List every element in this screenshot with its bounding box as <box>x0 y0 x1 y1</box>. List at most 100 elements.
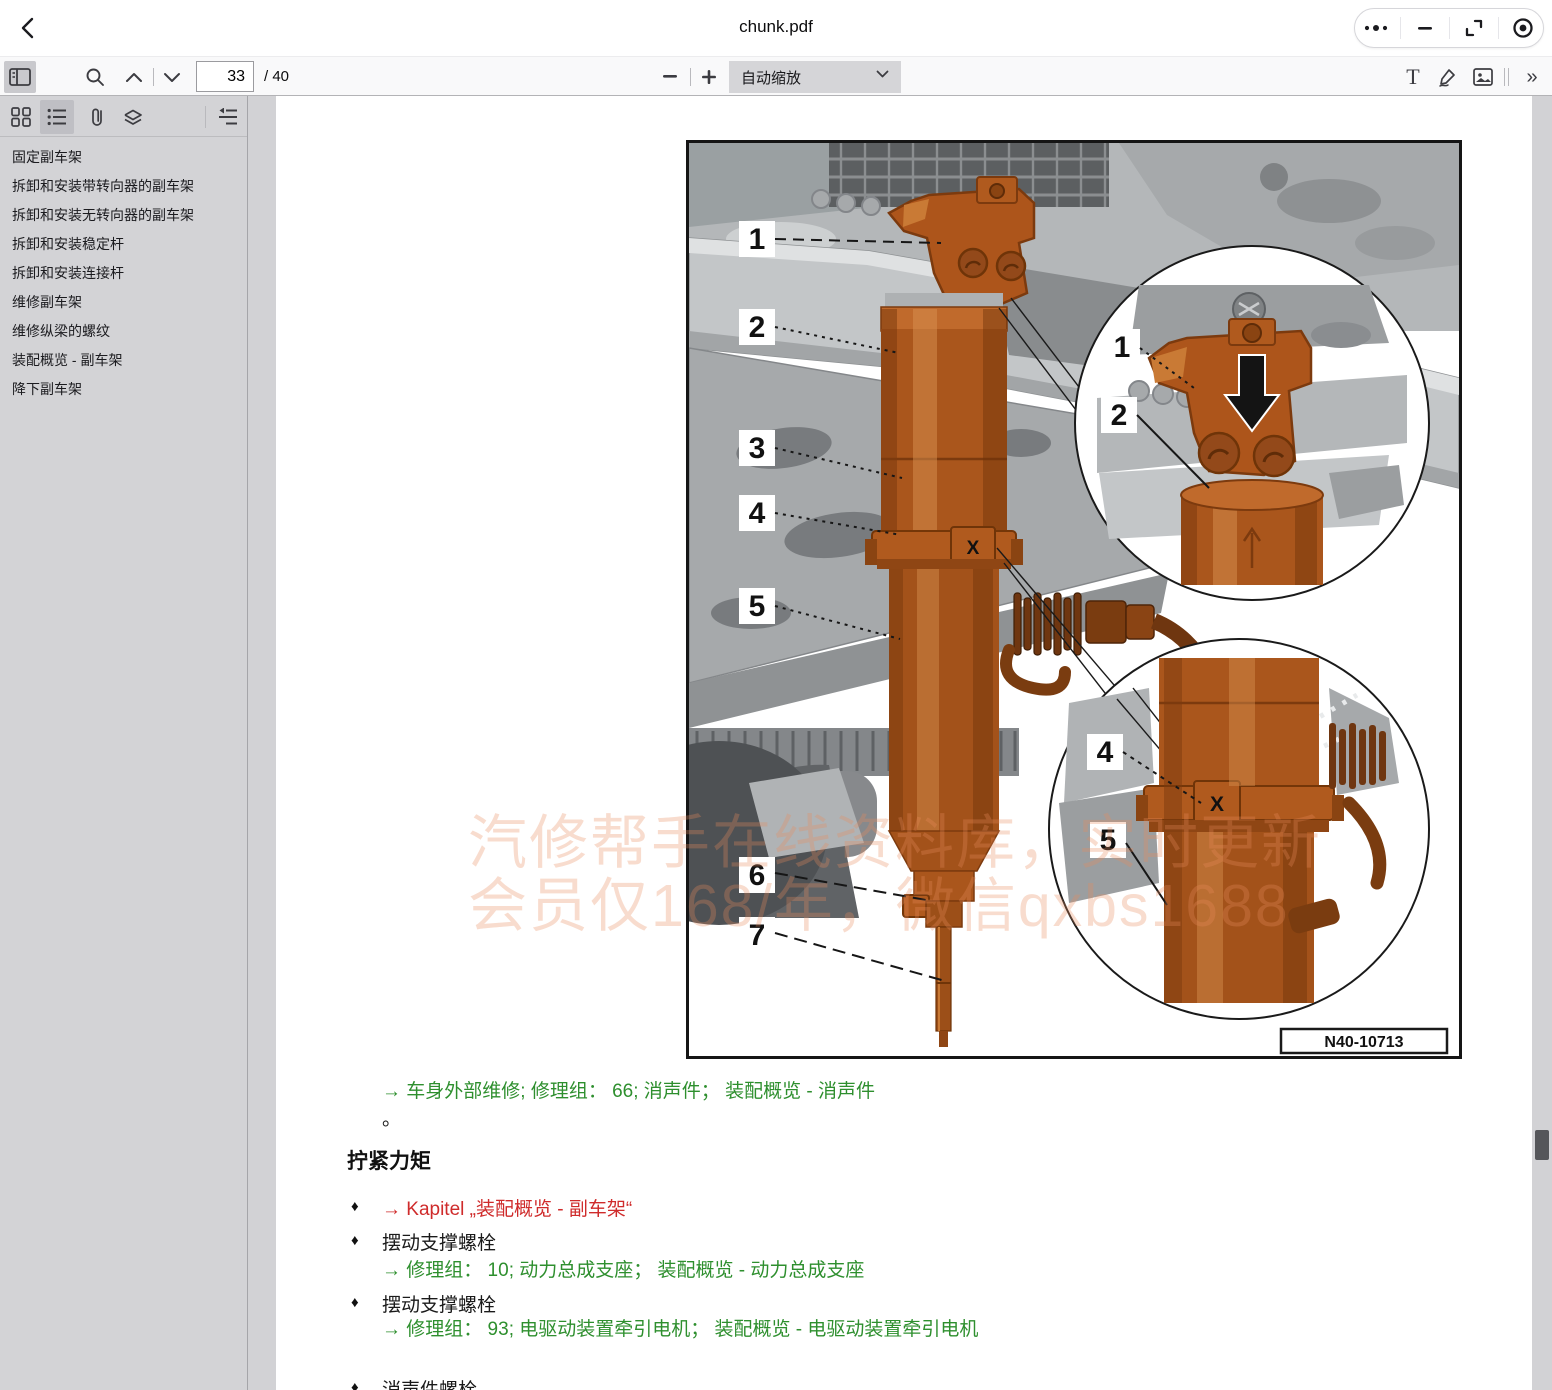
pill-separator <box>1400 17 1401 39</box>
paperclip-icon <box>90 107 104 127</box>
toggle-sidebar-button[interactable] <box>4 61 36 93</box>
pill-separator <box>1498 17 1499 39</box>
page-count-label: / 40 <box>264 68 289 85</box>
draw-tool-button[interactable] <box>1432 61 1464 93</box>
chevron-up-icon <box>125 72 143 83</box>
technical-figure: X <box>686 140 1462 1059</box>
outline-icon <box>47 108 67 126</box>
search-button[interactable] <box>79 61 111 93</box>
double-chevron-icon: » <box>1526 66 1537 89</box>
select-chevron-icon <box>876 70 889 79</box>
bullet-diamond: ♦ <box>351 1379 359 1390</box>
attachments-view-button[interactable] <box>80 100 114 134</box>
callout-3: 3 <box>749 432 766 465</box>
figure-illustration: X <box>689 143 1459 1056</box>
repair-group-10-link[interactable]: → 修理组： 10; 动力总成支座； 装配概览 - 动力总成支座 <box>382 1255 864 1282</box>
outline-item[interactable]: 拆卸和安装带转向器的副车架 <box>0 172 247 201</box>
title-bar: chunk.pdf <box>0 0 1552 56</box>
callout-5: 5 <box>749 590 766 623</box>
current-outline-icon <box>218 108 238 126</box>
outline-item[interactable]: 拆卸和安装稳定杆 <box>0 230 247 259</box>
ellipsis-icon <box>1364 23 1388 33</box>
inset-clamp-x-label: X <box>1210 793 1224 816</box>
callout-4: 4 <box>749 497 766 530</box>
outline-item[interactable]: 拆卸和安装连接杆 <box>0 259 247 288</box>
scrollbar-thumb[interactable] <box>1535 1130 1549 1160</box>
inset-bottom-callout-5: 5 <box>1100 824 1117 857</box>
fullscreen-button[interactable] <box>1457 13 1491 43</box>
minus-icon <box>663 75 677 79</box>
thumbnails-view-button[interactable] <box>4 100 38 134</box>
callout-7: 7 <box>749 919 766 952</box>
image-icon <box>1473 68 1493 86</box>
callout-1: 1 <box>749 223 766 256</box>
layers-icon <box>123 108 143 126</box>
bullet-diamond: ♦ <box>351 1198 359 1215</box>
previous-page-button[interactable] <box>118 61 150 93</box>
sidebar-separator <box>205 106 206 128</box>
bullet-diamond: ♦ <box>351 1232 359 1249</box>
text-tool-icon: T <box>1406 64 1419 90</box>
chevron-down-icon <box>163 72 181 83</box>
sidebar-toggle-icon <box>9 68 31 86</box>
zoom-in-button[interactable] <box>693 61 725 93</box>
toolbar-separator <box>1504 68 1505 86</box>
outline-item[interactable]: 装配概览 - 副车架 <box>0 346 247 375</box>
outline-item[interactable]: 维修副车架 <box>0 288 247 317</box>
thumbnails-icon <box>11 107 31 127</box>
clamp-x-label: X <box>967 538 980 559</box>
minimize-button[interactable] <box>1408 13 1442 43</box>
document-scrollbar[interactable] <box>1532 96 1552 1390</box>
period-text: 。 <box>382 1104 401 1131</box>
sidebar-view-switcher <box>0 96 247 137</box>
callout-2: 2 <box>749 311 766 344</box>
outline-item[interactable]: 拆卸和安装无转向器的副车架 <box>0 201 247 230</box>
current-outline-item-button[interactable] <box>211 100 245 134</box>
window-controls <box>1354 8 1544 48</box>
more-options-button[interactable] <box>1359 13 1393 43</box>
pencil-icon <box>1438 67 1458 87</box>
pill-separator <box>1449 17 1450 39</box>
outline-list: 固定副车架 拆卸和安装带转向器的副车架 拆卸和安装无转向器的副车架 拆卸和安装稳… <box>0 143 247 404</box>
record-icon <box>1512 17 1534 39</box>
fullscreen-icon <box>1464 18 1484 38</box>
repair-group-93-link[interactable]: → 修理组： 93; 电驱动装置牵引电机； 装配概览 - 电驱动装置牵引电机 <box>382 1317 1002 1343</box>
kapitel-subframe-link[interactable]: → Kapitel „装配概览 - 副车架“ <box>382 1194 632 1221</box>
muffler-bolt-label: 消声件螺栓 <box>382 1375 477 1390</box>
pdf-page: 汽修帮手在线资料库，实时更新 会员仅168/年，微信qxbs1688 <box>276 96 1532 1390</box>
outline-view-button[interactable] <box>40 100 74 134</box>
outline-item[interactable]: 固定副车架 <box>0 143 247 172</box>
callout-6: 6 <box>749 859 766 892</box>
image-tool-button[interactable] <box>1467 61 1499 93</box>
inset-top-callout-2: 2 <box>1111 399 1128 432</box>
torque-heading: 拧紧力矩 <box>347 1145 431 1175</box>
document-viewport[interactable]: 汽修帮手在线资料库，实时更新 会员仅168/年，微信qxbs1688 <box>248 96 1552 1390</box>
outline-item[interactable]: 维修纵梁的螺纹 <box>0 317 247 346</box>
pendulum-support-label: 摆动支撑螺栓 <box>382 1290 496 1317</box>
figure-id-label: N40-10713 <box>1324 1034 1403 1051</box>
pendulum-support-label: 摆动支撑螺栓 <box>382 1228 496 1255</box>
text-tool-button[interactable]: T <box>1397 61 1429 93</box>
page-number-input[interactable] <box>196 61 254 92</box>
record-button[interactable] <box>1506 13 1540 43</box>
inset-top-callout-1: 1 <box>1114 331 1131 364</box>
muffler-assembly-link[interactable]: → 车身外部维修; 修理组： 66; 消声件； 装配概览 - 消声件 <box>382 1076 875 1103</box>
layers-view-button[interactable] <box>116 100 150 134</box>
zoom-mode-select[interactable]: 自动缩放 <box>729 61 901 93</box>
more-tools-button[interactable]: » <box>1516 61 1548 93</box>
toolbar-separator <box>153 68 154 86</box>
search-icon <box>85 67 105 87</box>
toolbar-separator <box>690 68 691 86</box>
toolbar-separator <box>1508 68 1509 86</box>
zoom-mode-label: 自动缩放 <box>741 67 801 88</box>
document-title: chunk.pdf <box>0 17 1552 37</box>
minimize-icon <box>1416 19 1434 37</box>
inset-bottom-callout-4: 4 <box>1097 736 1114 769</box>
outline-item[interactable]: 降下副车架 <box>0 375 247 404</box>
zoom-out-button[interactable] <box>654 61 686 93</box>
next-page-button[interactable] <box>156 61 188 93</box>
plus-icon <box>702 70 716 84</box>
bullet-diamond: ♦ <box>351 1294 359 1311</box>
pdf-toolbar: / 40 自动缩放 T » <box>0 56 1552 96</box>
sidebar-panel: 固定副车架 拆卸和安装带转向器的副车架 拆卸和安装无转向器的副车架 拆卸和安装稳… <box>0 96 248 1390</box>
